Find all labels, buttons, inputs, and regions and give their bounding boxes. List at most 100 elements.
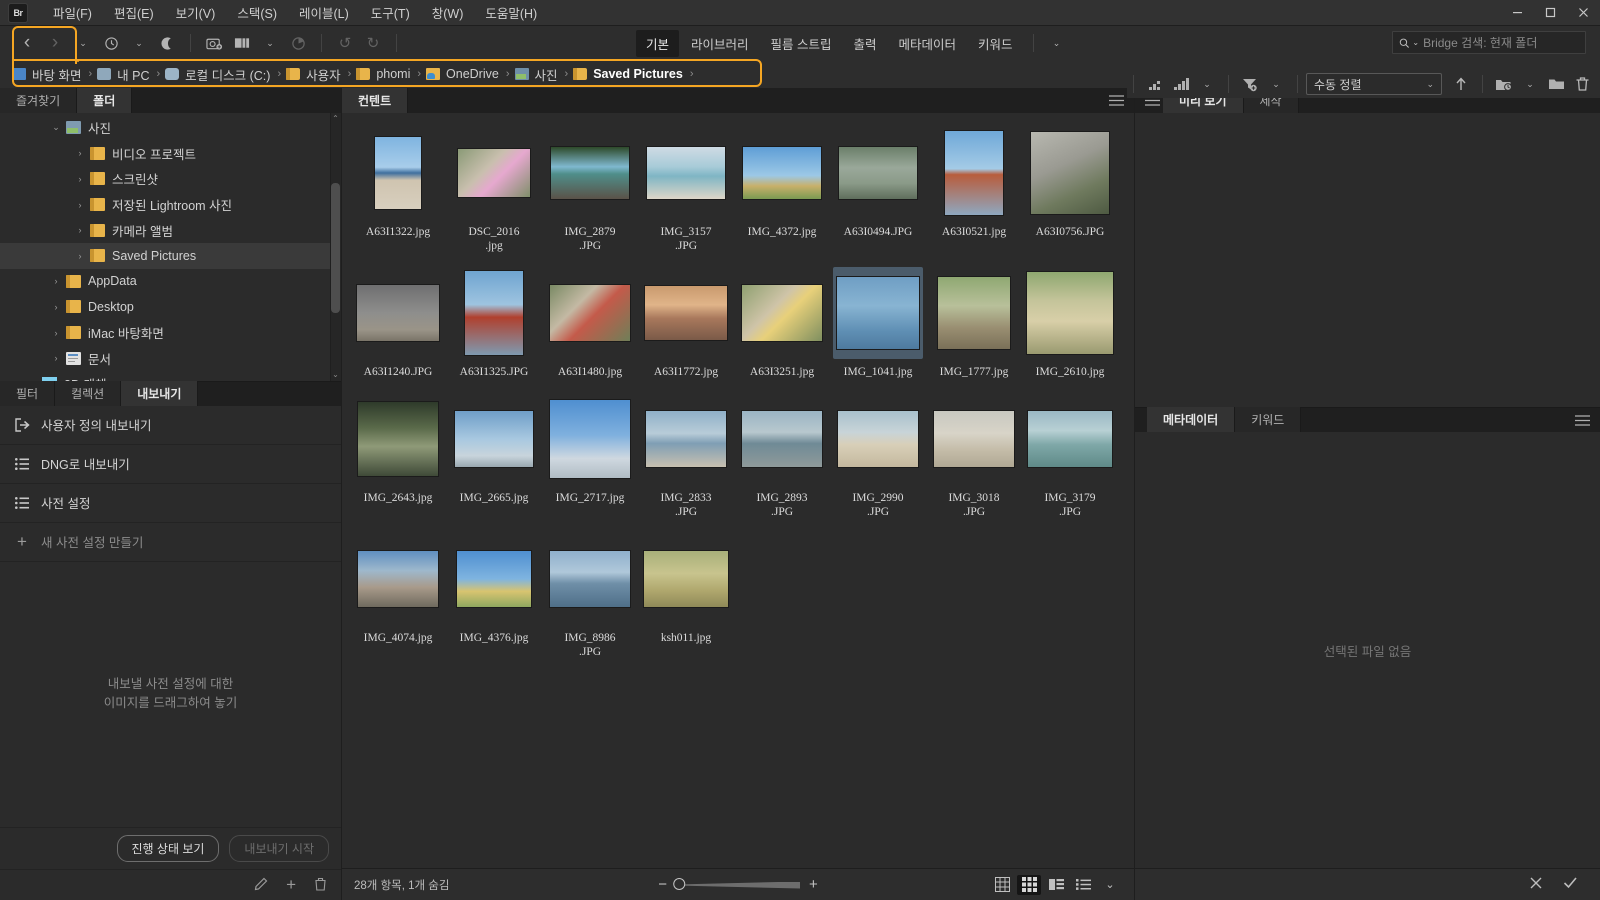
thumbnail-item[interactable]: A63I3251.jpg <box>735 267 829 379</box>
thumbnail-image-fountain[interactable] <box>353 393 443 485</box>
cancel-icon[interactable] <box>1529 876 1543 893</box>
details-view-button[interactable] <box>1044 875 1068 895</box>
sidebar-item-10[interactable]: › 3D 개체 <box>0 371 341 381</box>
breadcrumb-item-6[interactable]: 사진 <box>514 65 560 84</box>
minimize-button[interactable] <box>1501 0 1534 26</box>
menu-item-0[interactable]: 파일(F) <box>42 0 103 26</box>
workspace-tab-4[interactable]: 메타데이터 <box>889 30 967 57</box>
thumbnail-item[interactable]: IMG_8986 .JPG <box>543 533 637 659</box>
sidebar-item-3[interactable]: › 저장된 Lightroom 사진 <box>0 192 341 218</box>
thumbnail-image-yellow-flower[interactable] <box>737 267 827 359</box>
tab-metadata-panel-0[interactable]: 메타데이터 <box>1147 407 1236 432</box>
metadata-menu-icon[interactable] <box>1575 414 1590 429</box>
sidebar-item-8[interactable]: › iMac 바탕화면 <box>0 320 341 346</box>
tab-export-panel-2[interactable]: 내보내기 <box>121 380 199 406</box>
menu-item-1[interactable]: 편집(E) <box>103 0 165 26</box>
thumbnail-image-beach-sail[interactable] <box>641 127 731 219</box>
thumbnail-image-sandbar[interactable] <box>833 393 923 485</box>
export-preset-row-2[interactable]: 사전 설정 <box>0 484 341 523</box>
thumbnail-image-lagoon[interactable] <box>1025 393 1115 485</box>
thumbnail-image-red-flowers[interactable] <box>545 267 635 359</box>
chevron-down-icon[interactable]: ⌄ <box>1426 79 1434 90</box>
new-folder-icon[interactable] <box>1543 72 1569 96</box>
folder-tree-scrollbar[interactable]: ⌃ ⌄ <box>330 113 341 381</box>
search-input[interactable] <box>1423 35 1579 50</box>
confirm-icon[interactable] <box>1563 876 1578 893</box>
thumbnail-image-flower-pink[interactable] <box>449 127 539 219</box>
thumbnail-image-harbor[interactable] <box>545 533 635 625</box>
chevron-right-icon[interactable]: › <box>72 251 88 261</box>
batch-rename-icon[interactable] <box>229 31 255 55</box>
workspace-tab-3[interactable]: 출력 <box>844 30 887 57</box>
thumbnail-item[interactable]: IMG_4372.jpg <box>735 127 829 253</box>
breadcrumb-item-5[interactable]: OneDrive <box>426 67 501 81</box>
tab-export-panel-1[interactable]: 컬렉션 <box>55 380 122 406</box>
sidebar-item-4[interactable]: › 카메라 앨범 <box>0 217 341 243</box>
get-photos-camera-icon[interactable] <box>201 31 227 55</box>
sidebar-item-1[interactable]: › 비디오 프로젝트 <box>0 141 341 167</box>
workspace-tab-2[interactable]: 필름 스트립 <box>761 30 842 57</box>
list-view-button[interactable] <box>1071 875 1095 895</box>
sort-direction-icon[interactable] <box>1448 72 1474 96</box>
breadcrumb-item-2[interactable]: 로컬 디스크 (C:) <box>165 65 272 84</box>
thumbnail-item[interactable]: A63I1772.jpg <box>639 267 733 379</box>
thumbnail-item[interactable]: A63I1240.JPG <box>351 267 445 379</box>
tab-export-panel-0[interactable]: 필터 <box>0 380 56 406</box>
chevron-down-icon[interactable]: ⌄ <box>257 31 283 55</box>
thumbnail-item[interactable]: IMG_2833 .JPG <box>639 393 733 519</box>
search-box[interactable]: ⌄ <box>1392 31 1586 54</box>
chevron-down-icon[interactable]: ⌄ <box>70 31 96 55</box>
menu-item-4[interactable]: 레이블(L) <box>288 0 360 26</box>
rotate-icon[interactable] <box>285 31 311 55</box>
thumbnail-image-lighthouse[interactable] <box>353 127 443 219</box>
chevron-right-icon[interactable]: › <box>72 200 88 210</box>
thumbnail-image-grass[interactable] <box>641 533 731 625</box>
breadcrumb-item-1[interactable]: 내 PC <box>97 65 151 84</box>
tab-folder-panel-1[interactable]: 폴더 <box>77 88 133 113</box>
recent-history-icon[interactable] <box>98 31 124 55</box>
thumbnail-item[interactable]: A63I1322.jpg <box>351 127 445 253</box>
workspace-overflow-chevron-down-icon[interactable]: ⌄ <box>1044 31 1070 55</box>
undo-icon[interactable]: ↺ <box>332 31 358 55</box>
thumbnail-image-tower[interactable] <box>929 127 1019 219</box>
content-menu-icon[interactable] <box>1109 94 1124 109</box>
thumbnail-image-beach-pale[interactable] <box>929 393 1019 485</box>
thumbnail-item[interactable]: DSC_2016 .jpg <box>447 127 541 253</box>
thumbnail-item[interactable]: IMG_2879 .JPG <box>543 127 637 253</box>
rating-filter-icon[interactable] <box>1142 72 1168 96</box>
thumbnail-item[interactable]: IMG_1777.jpg <box>927 267 1021 379</box>
thumbnail-item[interactable]: IMG_2717.jpg <box>543 393 637 519</box>
thumbnail-item[interactable]: IMG_2643.jpg <box>351 393 445 519</box>
sort-select[interactable]: 수동 정렬 ⌄ <box>1306 73 1442 95</box>
thumbnail-image-red-pole[interactable] <box>449 267 539 359</box>
chevron-down-icon[interactable]: ⌄ <box>48 122 64 133</box>
breadcrumb-item-3[interactable]: 사용자 <box>286 65 343 84</box>
chevron-right-icon[interactable]: › <box>48 328 64 338</box>
edit-icon[interactable] <box>254 877 268 894</box>
breadcrumb-item-7[interactable]: Saved Pictures <box>573 67 685 81</box>
thumbnail-image-statue[interactable] <box>833 127 923 219</box>
scroll-up-icon[interactable]: ⌃ <box>331 113 340 125</box>
menu-item-6[interactable]: 창(W) <box>421 0 475 26</box>
tab-content[interactable]: 컨텐트 <box>342 88 409 113</box>
thumbnail-item[interactable]: A63I0494.JPG <box>831 127 925 253</box>
thumbnail-item[interactable]: IMG_3018 .JPG <box>927 393 1021 519</box>
thumbnail-image-beach-rocks[interactable] <box>545 127 635 219</box>
thumbnail-item[interactable]: IMG_4074.jpg <box>351 533 445 659</box>
chevron-right-icon[interactable]: › <box>24 379 40 381</box>
delete-trash-icon[interactable] <box>314 877 327 894</box>
view-progress-button[interactable]: 진행 상태 보기 <box>116 835 220 862</box>
thumbnail-image-boardwalk[interactable] <box>929 267 1019 359</box>
sidebar-item-0[interactable]: ⌄ 사진 <box>0 115 341 141</box>
thumbnail-image-hanging[interactable] <box>1025 267 1115 359</box>
thumbnail-item[interactable]: IMG_3157 .JPG <box>639 127 733 253</box>
thumbnail-item[interactable]: IMG_4376.jpg <box>447 533 541 659</box>
zoom-slider-knob[interactable] <box>673 878 685 890</box>
view-overflow-chevron-down-icon[interactable]: ⌄ <box>1098 875 1122 895</box>
workspace-tab-0[interactable]: 기본 <box>636 29 680 57</box>
chevron-right-icon[interactable]: › <box>72 174 88 184</box>
thumbnail-item[interactable]: A63I0756.JPG <box>1023 127 1117 253</box>
zoom-in-icon[interactable]: + <box>809 876 818 893</box>
filter-funnel-icon[interactable] <box>1237 72 1263 96</box>
export-preset-row-1[interactable]: DNG로 내보내기 <box>0 445 341 484</box>
